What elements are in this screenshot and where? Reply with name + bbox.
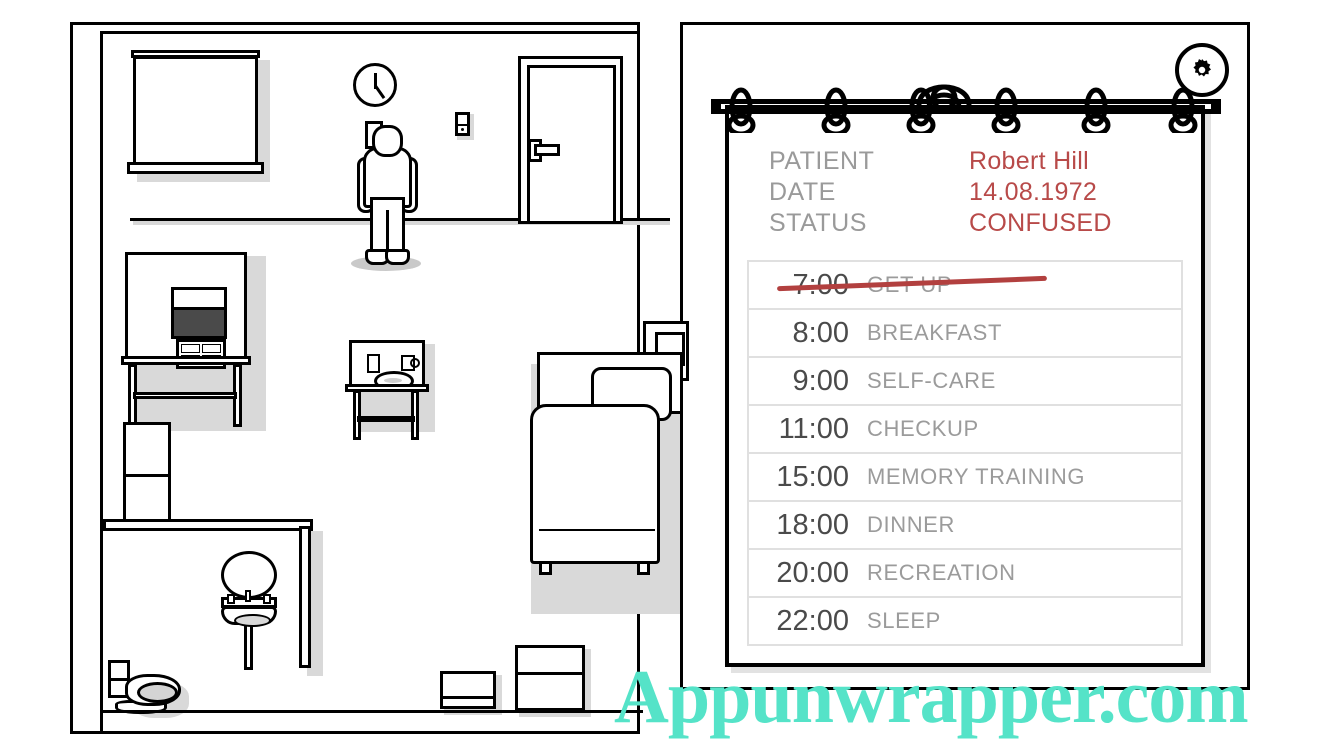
bathroom-wall-right [299, 526, 311, 668]
light-switch[interactable] [455, 112, 470, 136]
patient-clipboard-panel: PATIENT Robert Hill DATE 14.08.1972 STAT… [680, 22, 1250, 690]
sink-knob-right[interactable] [263, 594, 271, 604]
hospital-room-panel [70, 22, 697, 734]
bed-foot-right [637, 561, 650, 575]
light-switch-dot [461, 128, 464, 131]
patient-name: Robert Hill [969, 147, 1089, 175]
schedule-task: CHECKUP [867, 416, 979, 441]
sink-faucet[interactable] [245, 590, 251, 602]
medical-machine[interactable] [125, 252, 247, 369]
patient-info-header: PATIENT Robert Hill DATE 14.08.1972 STAT… [769, 147, 1201, 238]
schedule-task: SELF-CARE [867, 368, 996, 393]
bathroom-wall-top [103, 519, 313, 531]
status-value: CONFUSED [969, 209, 1112, 237]
schedule-row[interactable]: 18:00 DINNER [749, 502, 1181, 550]
dining-table-leg-right [411, 390, 419, 440]
schedule-time: 18:00 [776, 508, 849, 541]
machine-key[interactable] [202, 344, 221, 353]
schedule-task: SLEEP [867, 608, 941, 633]
schedule-task: DINNER [867, 512, 955, 537]
binder-rings-svg [711, 84, 1221, 133]
schedule-row[interactable]: 22:00 SLEEP [749, 598, 1181, 646]
box-large-lid-line [518, 672, 582, 675]
light-switch-line [458, 124, 467, 126]
bed-sheet-fold [539, 529, 655, 531]
machine-table-top [121, 356, 251, 365]
patient-label: PATIENT [769, 147, 875, 175]
sink-bowl [234, 614, 271, 627]
status-label: STATUS [769, 209, 867, 237]
dining-table-leg-left [353, 390, 361, 440]
glass[interactable] [367, 354, 380, 373]
schedule-row[interactable]: 20:00 RECREATION [749, 550, 1181, 598]
door-handle-lever-icon[interactable] [534, 144, 560, 156]
box-large[interactable] [515, 645, 585, 711]
door[interactable] [518, 56, 623, 224]
clipboard-binder [711, 73, 1221, 133]
dining-table-edge [345, 384, 429, 392]
cabinet-divider [126, 474, 168, 477]
cup-handle [410, 358, 420, 368]
game-stage: PATIENT Robert Hill DATE 14.08.1972 STAT… [0, 0, 1334, 750]
schedule-row[interactable]: 9:00 SELF-CARE [749, 358, 1181, 406]
dining-table-brace [357, 416, 415, 422]
schedule-time: 20:00 [776, 556, 849, 589]
toilet-tank-line [111, 678, 127, 681]
window[interactable] [133, 56, 258, 171]
toilet-seat [137, 682, 178, 703]
schedule-time: 11:00 [778, 412, 849, 445]
plate-inner [384, 378, 402, 383]
patient-head [372, 125, 403, 157]
sink-pedestal [244, 623, 253, 670]
wall-clock[interactable] [353, 63, 397, 107]
patient-character[interactable] [355, 117, 418, 265]
room-floor-edge [103, 710, 643, 713]
schedule-task: BREAKFAST [867, 320, 1002, 345]
schedule-row[interactable]: 15:00 MEMORY TRAINING [749, 454, 1181, 502]
cabinet[interactable] [123, 422, 171, 527]
schedule-time: 22:00 [776, 604, 849, 637]
schedule-task: RECREATION [867, 560, 1016, 585]
window-sill-top [131, 50, 260, 58]
schedule-row[interactable]: 11:00 CHECKUP [749, 406, 1181, 454]
schedule-table: 7:00 GET UP 8:00 BREAKFAST 9:00 SELF-CAR… [747, 260, 1183, 646]
schedule-time: 8:00 [792, 316, 849, 349]
toilet[interactable] [125, 674, 181, 706]
sink[interactable] [221, 606, 277, 627]
window-sill-bottom [127, 162, 264, 174]
box-small-lid-line [443, 696, 493, 699]
date-value: 14.08.1972 [969, 178, 1098, 206]
machine-table-brace [133, 392, 237, 399]
box-small[interactable] [440, 671, 496, 709]
settings-button[interactable] [1175, 43, 1229, 97]
schedule-row[interactable]: 7:00 GET UP [749, 262, 1181, 310]
patient-foot-right [385, 249, 410, 265]
sink-knob-left[interactable] [227, 594, 235, 604]
clock-minute-hand [374, 85, 385, 100]
schedule-time: 9:00 [792, 364, 849, 397]
room-walls [100, 31, 697, 731]
schedule-row[interactable]: 8:00 BREAKFAST [749, 310, 1181, 358]
bed[interactable] [530, 404, 660, 564]
schedule-time: 15:00 [776, 460, 849, 493]
gear-icon [1193, 58, 1211, 77]
dining-table[interactable] [349, 340, 425, 391]
date-label: DATE [769, 178, 836, 206]
machine-screen[interactable] [171, 307, 227, 339]
schedule-task: MEMORY TRAINING [867, 464, 1086, 489]
machine-key[interactable] [181, 344, 200, 353]
bed-foot-left [539, 561, 552, 575]
clipboard-paper: PATIENT Robert Hill DATE 14.08.1972 STAT… [725, 105, 1205, 667]
